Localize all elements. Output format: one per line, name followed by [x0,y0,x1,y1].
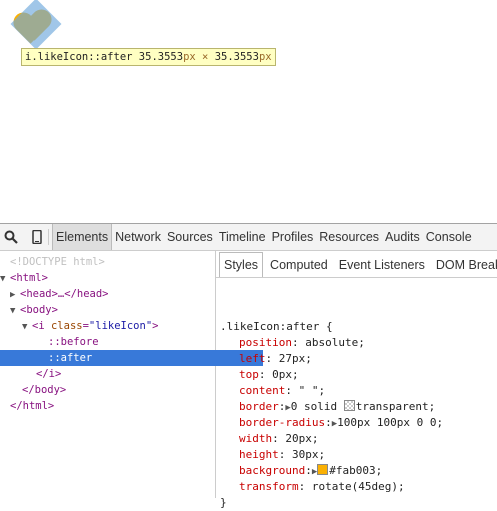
tab-console[interactable]: Console [423,224,475,250]
subtab-dom-breakpoints[interactable]: DOM Breakpoints [432,253,497,277]
inspect-tooltip: i.likeIcon::after 35.3553px × 35.3553px [21,48,276,66]
tab-profiles[interactable]: Profiles [269,224,317,250]
decl-content[interactable]: content: " "; [220,383,497,399]
tab-network[interactable]: Network [112,224,164,250]
tree-line-doctype[interactable]: <!DOCTYPE html> [0,254,215,270]
tree-line-i-element[interactable]: ▼ <i class="likeIcon"> [0,318,237,334]
tooltip-times: × [202,51,209,63]
tooltip-height-unit: px [258,51,272,63]
devtools-tabs: Elements Network Sources Timeline Profiles Re… [52,224,475,250]
i-attr-value: "likeIcon" [88,320,153,332]
collapse-triangle-icon[interactable]: ▶ [10,287,20,303]
tooltip-height: 35.3553 [214,51,259,63]
i-close-tag: </i> [36,368,62,380]
decl-border[interactable]: border:▶0 solid transparent; [220,399,497,415]
devtools-panel: Elements Network Sources Timeline Profiles Re… [0,223,497,509]
rule-selector[interactable]: .likeIcon:after { [220,319,497,335]
expand-triangle-icon[interactable]: ▼ [10,303,20,319]
body-open-tag: <body> [20,304,58,316]
body-close-tag: </body> [22,384,67,396]
tree-line-head[interactable]: ▶ <head>…</head> [0,286,225,302]
head-tag: <head>…</head> [20,288,109,300]
decl-left[interactable]: left: 27px; [220,351,497,367]
styles-sidebar: StylesComputedEvent ListenersDOM Breakpo… [216,251,497,509]
expand-triangle-icon[interactable]: ▼ [0,271,10,287]
html-open-tag: <html> [10,272,48,284]
doctype-text: <!DOCTYPE html> [10,256,105,268]
subtab-event-listeners[interactable]: Event Listeners [335,253,429,277]
device-mode-icon[interactable] [30,230,44,244]
page-viewport: i.likeIcon::after 35.3553px × 35.3553px [0,0,497,223]
color-swatch-transparent-icon[interactable] [343,400,355,411]
tab-resources[interactable]: Resources [316,224,382,250]
element-highlight-overlay [10,0,62,50]
decl-background[interactable]: background:▶ #fab003; [220,463,497,479]
tab-timeline[interactable]: Timeline [216,224,269,250]
decl-position[interactable]: position: absolute; [220,335,497,351]
tab-sources[interactable]: Sources [164,224,216,250]
tooltip-width: 35.3553 [138,51,184,63]
expand-triangle-icon[interactable]: ▼ [22,319,32,335]
color-swatch-icon[interactable] [317,464,329,475]
pseudo-after: ::after [48,352,93,364]
tree-line-html-close[interactable]: </html> [0,398,225,414]
decl-width[interactable]: width: 20px; [220,431,497,447]
toolbar-separator [48,229,49,245]
tab-elements[interactable]: Elements [52,224,113,250]
tree-line-body-close[interactable]: </body> [0,382,237,398]
tree-line-html[interactable]: ▼ <html> [0,270,215,286]
rule-close-brace: } [220,496,227,509]
search-icon[interactable] [4,230,18,244]
subtab-styles[interactable]: Styles [219,252,264,277]
decl-height[interactable]: height: 30px; [220,447,497,463]
styles-subtabs: StylesComputedEvent ListenersDOM Breakpo… [216,251,497,278]
tooltip-selector: i.likeIcon::after [25,51,133,63]
i-open-tag: <i [32,320,45,332]
tree-line-i-close[interactable]: </i> [0,366,251,382]
tree-line-body[interactable]: ▼ <body> [0,302,225,318]
decl-transform[interactable]: transform: rotate(45deg); [220,479,497,495]
html-close-tag: </html> [10,400,55,412]
tab-audits[interactable]: Audits [382,224,423,250]
decl-border-radius[interactable]: border-radius:▶100px 100px 0 0; [220,415,497,431]
subtab-computed[interactable]: Computed [266,253,332,277]
devtools-toolbar: Elements Network Sources Timeline Profiles Re… [0,224,497,251]
elements-tree: <!DOCTYPE html> ▼ <html> ▶ <head>…</head> … [0,251,263,498]
pseudo-before: ::before [48,336,99,348]
css-rule: .likeIcon:after { position: absolute; le… [220,319,497,511]
tooltip-width-unit: px [183,51,196,63]
decl-top[interactable]: top: 0px; [220,367,497,383]
i-attr-name: class [50,320,83,332]
